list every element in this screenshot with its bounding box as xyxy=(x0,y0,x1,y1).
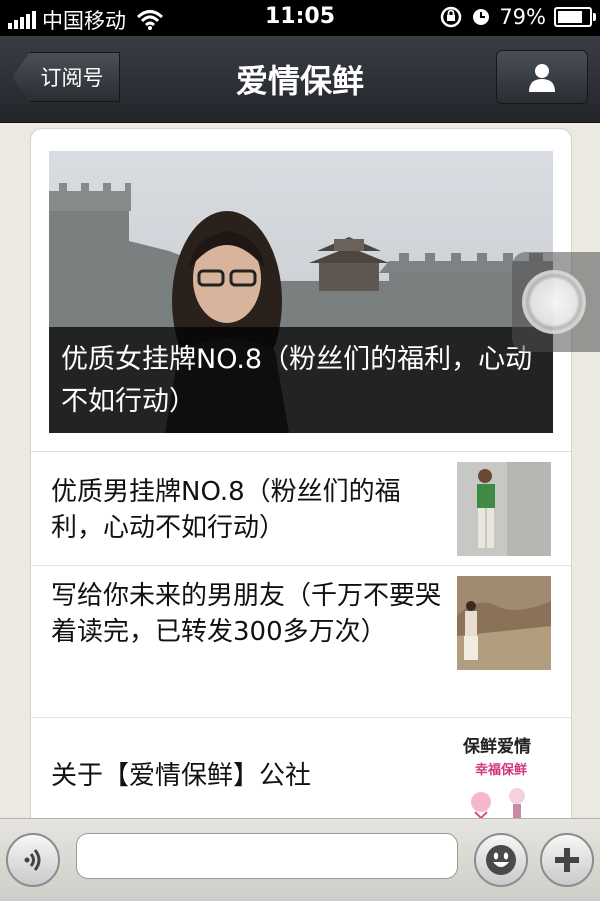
add-button[interactable] xyxy=(540,833,594,887)
back-button-label: 订阅号 xyxy=(40,66,104,90)
article-list-item[interactable]: 写给你未来的男朋友（千万不要哭着读完，已转发300多万次） xyxy=(31,565,571,718)
back-button[interactable]: 订阅号 xyxy=(12,52,120,102)
person-icon xyxy=(529,64,555,92)
battery-icon xyxy=(554,7,596,27)
article-list-item[interactable]: 优质男挂牌NO.8（粉丝们的福利，心动不如行动） xyxy=(31,451,571,566)
page-title: 爱情保鲜 xyxy=(235,62,364,100)
hero-article-title: 优质女挂牌NO.8（粉丝们的福利，心动不如行动） xyxy=(49,327,553,433)
article-thumbnail: 保鲜爱情 幸福保鲜 xyxy=(457,728,551,822)
article-title: 优质男挂牌NO.8（粉丝们的福利，心动不如行动） xyxy=(51,477,401,543)
assistive-touch-button[interactable] xyxy=(512,252,600,352)
article-thumbnail xyxy=(457,576,551,670)
article-title: 关于【爱情保鲜】公社 xyxy=(51,761,312,791)
alarm-icon xyxy=(473,9,490,25)
orientation-lock-icon xyxy=(441,6,462,28)
thumbnail-logo-text: 保鲜爱情 xyxy=(463,737,531,757)
article-card: 优质女挂牌NO.8（粉丝们的福利，心动不如行动） 优质男挂牌NO.8（粉丝们的福… xyxy=(30,128,572,830)
article-list-item[interactable]: 关于【爱情保鲜】公社 保鲜爱情 幸福保鲜 xyxy=(31,717,571,829)
message-input-bar xyxy=(0,818,600,901)
article-thumbnail xyxy=(457,462,551,556)
battery-percent: 79% xyxy=(499,5,546,29)
status-bar: 中国移动 11:05 79% xyxy=(0,0,600,36)
plus-icon xyxy=(555,848,579,872)
emoji-icon xyxy=(486,845,516,875)
navigation-bar: 订阅号 爱情保鲜 xyxy=(0,36,600,123)
voice-icon xyxy=(24,849,41,871)
profile-button[interactable] xyxy=(496,50,588,104)
voice-button[interactable] xyxy=(6,833,60,887)
emoji-button[interactable] xyxy=(474,833,528,887)
thumbnail-logo-subtitle: 幸福保鲜 xyxy=(475,763,528,778)
article-title: 写给你未来的男朋友（千万不要哭着读完，已转发300多万次） xyxy=(51,581,442,647)
message-input[interactable] xyxy=(76,833,458,879)
assistive-touch-icon xyxy=(522,270,586,334)
hero-article[interactable]: 优质女挂牌NO.8（粉丝们的福利，心动不如行动） xyxy=(49,151,553,433)
thumbnail-logo-art xyxy=(471,788,525,820)
